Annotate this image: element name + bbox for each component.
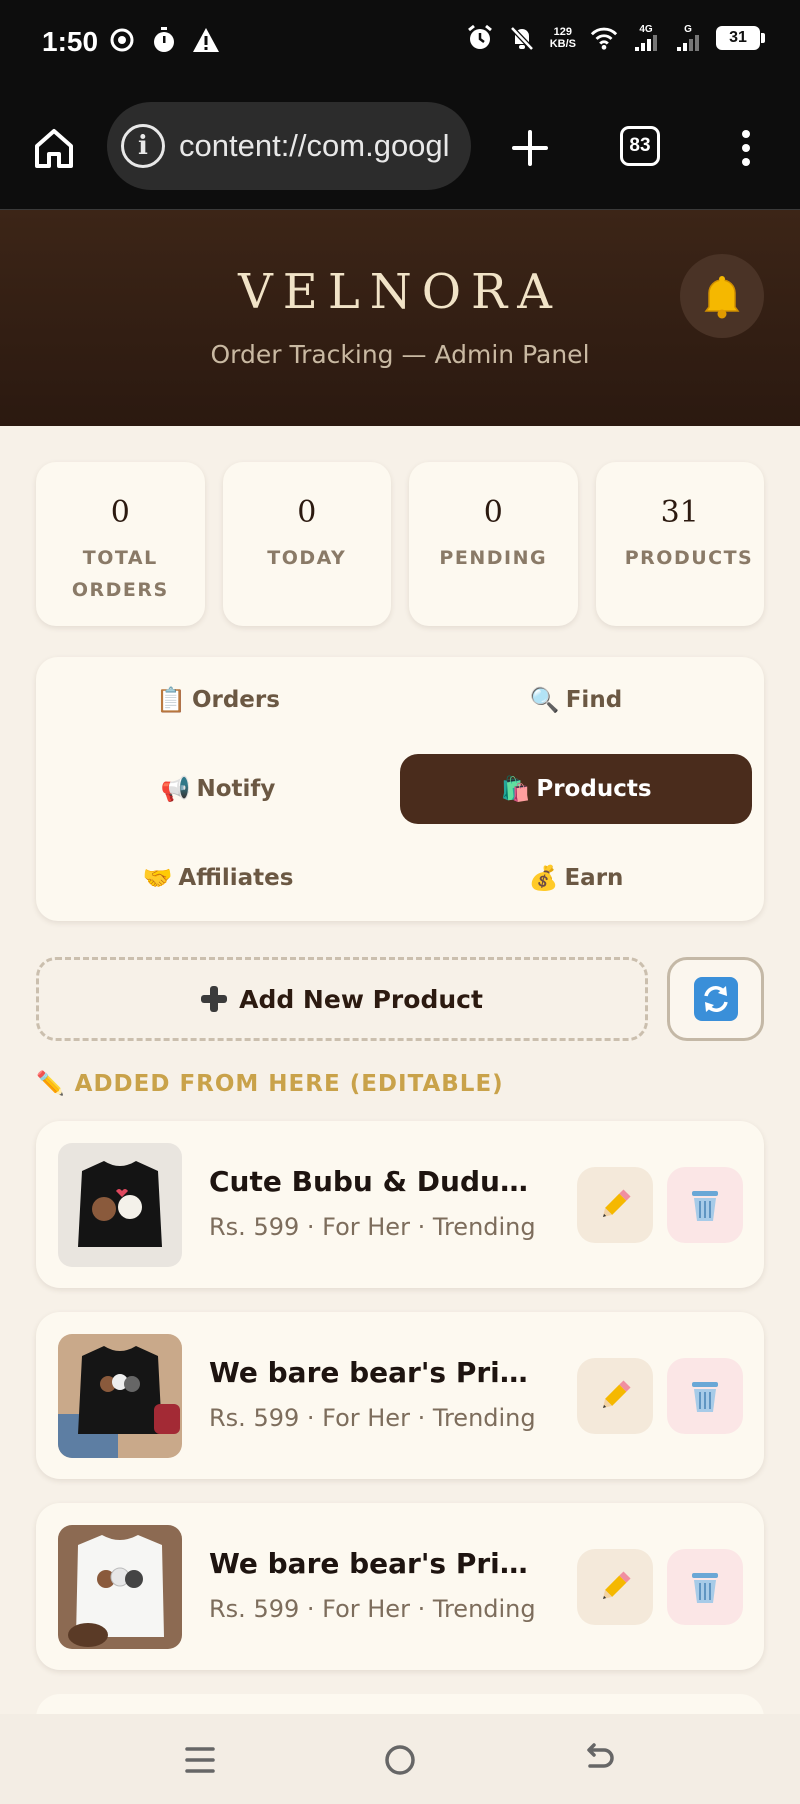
product-name: We bare bear's Printed T-Shirt	[209, 1356, 529, 1389]
home-icon	[35, 129, 73, 168]
tab-label: Affiliates	[178, 865, 294, 891]
recents-button[interactable]	[176, 1736, 224, 1784]
net-speed-value: 129	[553, 26, 573, 38]
plus-icon	[201, 986, 228, 1012]
refresh-icon	[693, 977, 738, 1021]
shopping-bags-icon: 🛍️	[500, 775, 531, 803]
home-button[interactable]	[30, 124, 78, 172]
tab-earn[interactable]: 💰 Earn	[400, 843, 752, 913]
tab-affiliates[interactable]: 🤝 Affiliates	[42, 843, 394, 913]
tab-label: Earn	[564, 865, 624, 891]
chrome-icon	[108, 26, 136, 54]
trash-icon	[692, 1191, 718, 1221]
stat-value: 0	[110, 495, 130, 530]
search-icon: 🔍	[529, 686, 560, 714]
trash-icon	[692, 1382, 718, 1412]
tab-products[interactable]: 🛍️ Products	[400, 754, 752, 824]
product-name: Cute Bubu & Dudu Printed T-Shirt	[209, 1165, 529, 1198]
tab-label: Find	[565, 687, 623, 713]
status-time: 1:50	[42, 26, 99, 57]
stat-label: TOTAL ORDERS	[71, 547, 169, 601]
info-icon[interactable]: i	[121, 124, 165, 168]
battery-icon: 31	[716, 26, 765, 50]
add-product-label: Add New Product	[239, 984, 483, 1014]
net-speed: 129 KB/S	[550, 26, 576, 50]
product-meta: Rs. 599 · For Her · Trending	[209, 1404, 536, 1432]
product-meta: Rs. 599 · For Her · Trending	[209, 1213, 536, 1241]
alarm-icon	[466, 24, 494, 52]
stat-products: 31 PRODUCTS	[595, 462, 764, 626]
url-text: content://com.googl	[179, 128, 450, 163]
pencil-icon	[602, 1571, 631, 1600]
mute-bell-icon	[508, 24, 536, 52]
system-nav-bar	[0, 1714, 800, 1804]
signal-1-label: 4G	[639, 24, 653, 35]
header-subtitle: Order Tracking — Admin Panel	[210, 340, 590, 369]
section-tabs: 📋 Orders 🔍 Find 📢 Notify 🛍️ Products 🤝 A…	[36, 657, 764, 921]
stat-value: 0	[297, 495, 317, 530]
megaphone-icon: 📢	[160, 775, 191, 803]
status-bar: 1:50 129 KB/S 4G G 31	[0, 0, 800, 86]
trash-icon	[692, 1573, 718, 1603]
stats-row: 0 TOTAL ORDERS 0 TODAY 0 PENDING 31 PROD…	[36, 462, 764, 626]
clipboard-icon: 📋	[156, 686, 186, 714]
product-name: We bare bear's Printed T-Shirt	[209, 1547, 529, 1580]
stat-value: 0	[483, 495, 503, 530]
stat-label: TODAY	[267, 547, 347, 569]
product-image	[58, 1525, 182, 1649]
tab-label: Products	[536, 776, 652, 802]
home-nav-button[interactable]	[376, 1736, 424, 1784]
stat-today: 0 TODAY	[222, 462, 391, 626]
add-product-button[interactable]: Add New Product	[36, 957, 648, 1041]
stat-pending: 0 PENDING	[409, 462, 578, 626]
signal-2-icon: G	[674, 24, 702, 52]
delete-button[interactable]	[667, 1358, 743, 1434]
edit-button[interactable]	[577, 1358, 653, 1434]
product-card[interactable]: We bare bear's Printed T-Shirt Rs. 599 ·…	[36, 1503, 764, 1670]
stat-label: PRODUCTS	[624, 547, 754, 569]
handshake-icon: 🤝	[142, 864, 173, 892]
back-icon	[587, 1743, 614, 1768]
pencil-icon	[602, 1380, 631, 1409]
wifi-icon	[590, 24, 618, 52]
warning-icon	[192, 26, 220, 54]
menu-lines-icon	[185, 1747, 215, 1773]
product-meta: Rs. 599 · For Her · Trending	[209, 1595, 536, 1623]
new-tab-button[interactable]	[506, 124, 554, 172]
stat-value: 31	[660, 495, 699, 530]
stat-total-orders: 0 TOTAL ORDERS	[36, 462, 205, 626]
delete-button[interactable]	[667, 1167, 743, 1243]
pencil-icon	[602, 1189, 631, 1218]
tab-find[interactable]: 🔍 Find	[400, 665, 752, 735]
more-vertical-icon[interactable]	[734, 124, 758, 172]
product-card[interactable]: Cute Bubu & Dudu Printed T-Shirt Rs. 599…	[36, 1121, 764, 1288]
timer-icon	[150, 26, 178, 54]
tab-switcher-button[interactable]: 83	[620, 126, 660, 166]
edit-button[interactable]	[577, 1167, 653, 1243]
net-speed-unit: KB/S	[549, 38, 576, 50]
back-button[interactable]	[576, 1736, 624, 1784]
circle-home-icon	[385, 1745, 415, 1775]
address-bar[interactable]: i content://com.googl	[107, 102, 471, 190]
money-bag-icon: 💰	[528, 864, 559, 892]
tab-label: Orders	[191, 687, 280, 713]
notifications-button[interactable]	[680, 254, 764, 338]
plus-icon	[512, 130, 548, 166]
tab-label: Notify	[196, 776, 276, 802]
product-image	[58, 1334, 182, 1458]
tab-notify[interactable]: 📢 Notify	[42, 754, 394, 824]
product-image	[58, 1143, 182, 1267]
section-title: ✏️ ADDED FROM HERE (EDITABLE)	[36, 1071, 504, 1097]
product-card[interactable]: We bare bear's Printed T-Shirt Rs. 599 ·…	[36, 1312, 764, 1479]
browser-toolbar: i content://com.googl 83	[0, 86, 800, 210]
tab-orders[interactable]: 📋 Orders	[42, 665, 394, 735]
refresh-button[interactable]	[667, 957, 764, 1041]
delete-button[interactable]	[667, 1549, 743, 1625]
stat-label: PENDING	[439, 547, 548, 569]
app-header: VELNORA Order Tracking — Admin Panel	[0, 210, 800, 426]
bell-icon	[704, 276, 740, 319]
signal-2-label: G	[684, 24, 692, 35]
signal-icon: 4G	[632, 24, 660, 52]
edit-button[interactable]	[577, 1549, 653, 1625]
